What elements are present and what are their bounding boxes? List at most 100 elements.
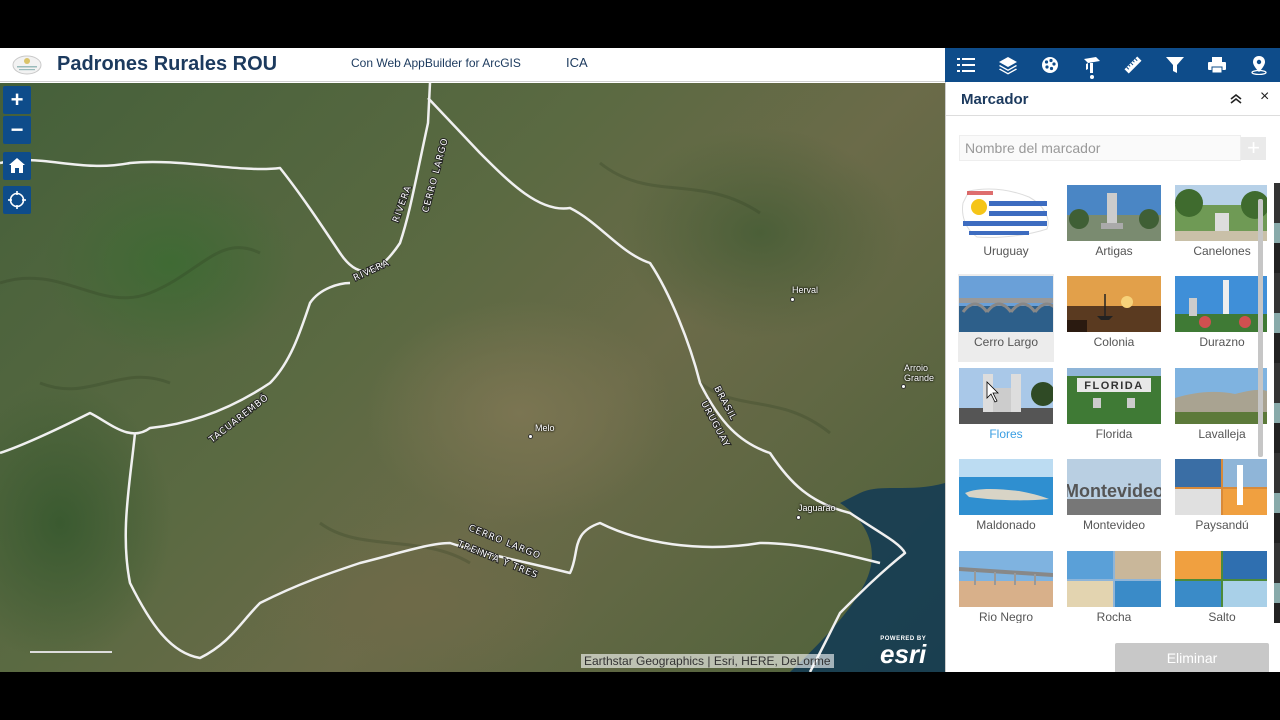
logo-icon (12, 55, 42, 75)
bookmark-name-input[interactable] (959, 135, 1241, 161)
bookmark-label: Uruguay (983, 244, 1029, 258)
place-label-jaguarao: Jaguarão (798, 503, 836, 513)
rocha-thumbnail (1067, 551, 1161, 607)
layers-icon (998, 57, 1017, 75)
filter-tool-button[interactable] (1154, 48, 1196, 82)
cerro-largo-thumbnail (959, 276, 1053, 332)
home-button[interactable] (3, 152, 31, 180)
map-attribution: Earthstar Geographics | Esri, HERE, DeLo… (581, 654, 834, 668)
bookmark-label: Montevideo (1082, 518, 1146, 532)
bookmark-item-artigas[interactable]: Artigas (1066, 183, 1162, 271)
bookmark-item-cerro-largo[interactable]: Cerro Largo (958, 274, 1054, 362)
bookmark-item-canelones[interactable]: Canelones (1174, 183, 1267, 271)
bookmark-label: Paysandú (1195, 518, 1249, 532)
add-bookmark-button[interactable]: + (1241, 137, 1266, 160)
measure-tool-button[interactable] (1113, 48, 1155, 82)
region-label: RIVERA (352, 258, 391, 283)
locate-tool-button[interactable] (1238, 48, 1280, 82)
bookmark-label: Salto (1208, 610, 1236, 623)
app-subtitle: Con Web AppBuilder for ArcGIS (351, 56, 521, 70)
paysandu-thumbnail (1175, 459, 1267, 515)
print-icon (1208, 57, 1227, 74)
bookmark-label: Rocha (1096, 610, 1132, 623)
uruguay-flag-map-thumbnail (959, 185, 1053, 241)
location-icon (1251, 56, 1267, 75)
bookmark-item-salto[interactable]: Salto (1174, 549, 1267, 623)
bookmark-label: Colonia (1093, 335, 1135, 349)
florida-thumbnail: FLORIDA (1067, 368, 1161, 424)
adjacent-panel-strip (1274, 183, 1280, 623)
flores-thumbnail (959, 368, 1053, 424)
divider (946, 115, 1280, 116)
scale-bar (30, 649, 112, 653)
bookmark-item-flores[interactable]: Flores (958, 366, 1054, 454)
rio-negro-thumbnail (959, 551, 1053, 607)
map-view[interactable]: RIVERA CERRO LARGO RIVERA TACUAREMBÓ BRA… (0, 83, 945, 672)
florida-sign-text: FLORIDA (1084, 380, 1143, 392)
list-icon (956, 58, 975, 72)
montevideo-thumbnail: Montevideo (1067, 459, 1161, 515)
bookmark-label: Maldonado (976, 518, 1036, 532)
esri-logo[interactable]: POWERED BY esri (880, 636, 927, 669)
delete-bookmark-button[interactable]: Eliminar (1115, 643, 1269, 672)
basemap-tool-button[interactable] (1029, 48, 1071, 82)
bookmark-item-paysandu[interactable]: Paysandú (1174, 457, 1267, 545)
scrollbar-thumb[interactable] (1258, 199, 1263, 457)
bookmark-item-lavalleja[interactable]: Lavalleja (1174, 366, 1267, 454)
panel-close-button[interactable]: × (1260, 88, 1269, 106)
bookmark-item-uruguay[interactable]: Uruguay (958, 183, 1054, 271)
salto-thumbnail (1175, 551, 1267, 607)
bookmark-item-maldonado[interactable]: Maldonado (958, 457, 1054, 545)
place-marker (796, 515, 801, 520)
place-label-arroio-grande: Arroio Grande (904, 363, 935, 383)
basemap-gallery-icon (1041, 57, 1058, 73)
my-location-button[interactable] (3, 186, 31, 214)
place-marker (790, 297, 795, 302)
montevideo-sign-text: Montevideo (1067, 481, 1161, 501)
list-tool-button[interactable] (945, 48, 987, 82)
bookmark-label: Cerro Largo (973, 335, 1039, 349)
bookmark-item-florida[interactable]: FLORIDA Florida (1066, 366, 1162, 454)
lavalleja-thumbnail (1175, 368, 1267, 424)
collapse-chevron-icon[interactable] (1228, 91, 1244, 107)
widget-toolbar (945, 48, 1280, 82)
durazno-thumbnail (1175, 276, 1267, 332)
colonia-thumbnail (1067, 276, 1161, 332)
bookmark-item-rocha[interactable]: Rocha (1066, 549, 1162, 623)
map-overlay: RIVERA CERRO LARGO RIVERA TACUAREMBÓ BRA… (0, 83, 945, 672)
place-label-melo: Melo (535, 423, 555, 433)
place-marker (528, 434, 533, 439)
ruler-icon (1124, 56, 1142, 74)
zoom-out-button[interactable]: − (3, 116, 31, 144)
bookmark-item-colonia[interactable]: Colonia (1066, 274, 1162, 362)
bookmark-label: Lavalleja (1198, 427, 1246, 441)
home-icon (9, 158, 25, 173)
zoom-in-button[interactable]: + (3, 86, 31, 114)
header-link-ica[interactable]: ICA (566, 55, 588, 70)
print-tool-button[interactable] (1196, 48, 1238, 82)
bookmark-scrollbar[interactable] (1256, 183, 1266, 623)
region-label: CERRO LARGO (421, 137, 451, 214)
crosshair-icon (8, 191, 26, 209)
bookmark-item-montevideo[interactable]: Montevideo Montevideo (1066, 457, 1162, 545)
bookmark-item-rio-negro[interactable]: Rio Negro (958, 549, 1054, 623)
bookmark-label: Florida (1095, 427, 1133, 441)
bookmark-label: Durazno (1199, 335, 1245, 349)
artigas-thumbnail (1067, 185, 1161, 241)
bookmark-grid: Uruguay Artigas Canelones Cerro Largo Co… (958, 183, 1267, 623)
region-label: TACUAREMBÓ (206, 391, 271, 446)
esri-wordmark: esri (880, 639, 927, 669)
layers-tool-button[interactable] (987, 48, 1029, 82)
bookmark-label: Flores (989, 427, 1023, 441)
header: Padrones Rurales ROU Con Web AppBuilder … (0, 48, 945, 82)
bookmark-icon (1083, 57, 1100, 73)
panel-title: Marcador (961, 91, 1029, 108)
bookmark-item-durazno[interactable]: Durazno (1174, 274, 1267, 362)
bookmark-label: Artigas (1095, 244, 1133, 258)
canelones-thumbnail (1175, 185, 1267, 241)
place-marker (901, 384, 906, 389)
bookmark-label: Canelones (1193, 244, 1251, 258)
bookmark-tool-button[interactable] (1071, 48, 1113, 82)
app-frame: Padrones Rurales ROU Con Web AppBuilder … (0, 48, 1280, 672)
bookmark-label: Rio Negro (978, 610, 1034, 623)
